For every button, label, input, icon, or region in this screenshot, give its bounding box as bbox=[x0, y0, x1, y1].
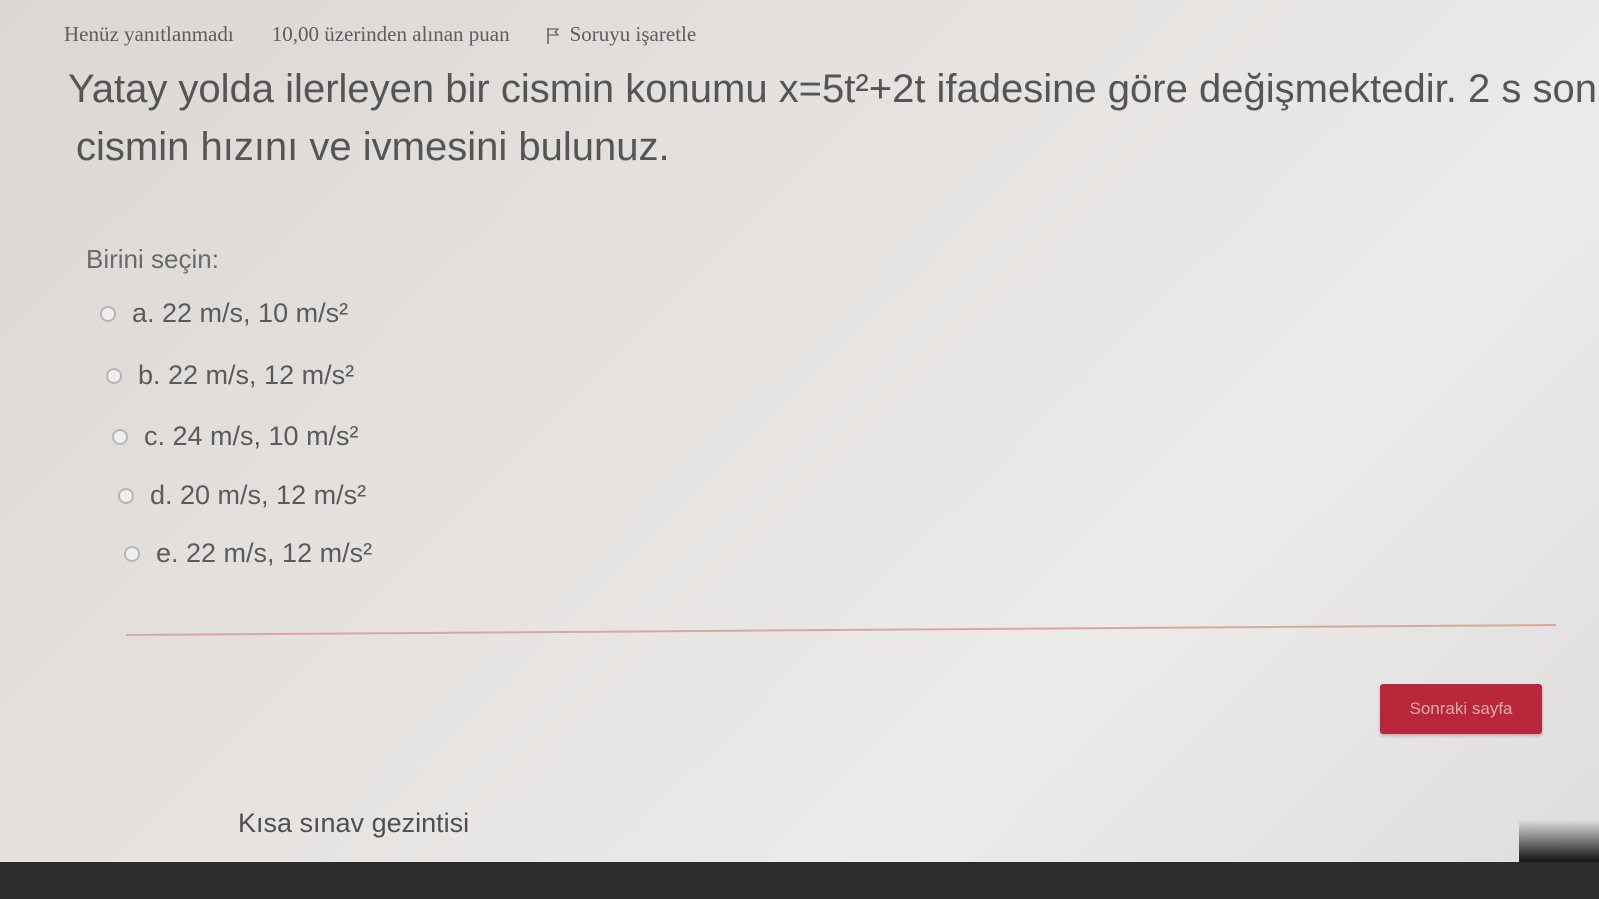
answer-option-label: c. 24 m/s, 10 m/s² bbox=[144, 421, 359, 451]
answer-option-d[interactable]: d. 20 m/s, 12 m/s² bbox=[118, 480, 366, 511]
question-info: Henüz yanıtlanmadı 10,00 üzerinden alına… bbox=[64, 22, 696, 47]
radio-button-e[interactable] bbox=[124, 545, 140, 562]
answer-option-label: d. 20 m/s, 12 m/s² bbox=[150, 480, 367, 510]
flag-icon bbox=[546, 26, 560, 44]
flag-question-label: Soruyu işaretle bbox=[569, 22, 697, 46]
next-page-button[interactable]: Sonraki sayfa bbox=[1380, 684, 1542, 734]
answer-option-c[interactable]: c. 24 m/s, 10 m/s² bbox=[112, 421, 359, 452]
answer-option-label: a. 22 m/s, 10 m/s² bbox=[132, 298, 349, 328]
radio-button-d[interactable] bbox=[118, 487, 134, 504]
question-line-2: cismin hızını ve ivmesini bulunuz. bbox=[76, 125, 670, 169]
answer-option-e[interactable]: e. 22 m/s, 12 m/s² bbox=[124, 538, 372, 569]
radio-button-b[interactable] bbox=[106, 367, 122, 384]
radio-button-a[interactable] bbox=[100, 305, 116, 322]
answer-option-b[interactable]: b. 22 m/s, 12 m/s² bbox=[106, 360, 354, 391]
question-line-1: Yatay yolda ilerleyen bir cismin konumu … bbox=[68, 67, 1598, 111]
screen-bezel-bottom bbox=[0, 862, 1599, 899]
radio-button-c[interactable] bbox=[112, 428, 128, 445]
question-score: 10,00 üzerinden alınan puan bbox=[271, 22, 510, 46]
answer-option-a[interactable]: a. 22 m/s, 10 m/s² bbox=[100, 298, 348, 329]
answer-option-label: e. 22 m/s, 12 m/s² bbox=[156, 538, 373, 568]
flag-question-link[interactable]: Soruyu işaretle bbox=[546, 22, 697, 47]
question-text: Yatay yolda ilerleyen bir cismin konumu … bbox=[68, 60, 1598, 176]
divider bbox=[125, 624, 1556, 636]
answer-option-label: b. 22 m/s, 12 m/s² bbox=[138, 360, 355, 390]
answer-prompt: Birini seçin: bbox=[86, 244, 219, 274]
quiz-navigation-link[interactable]: Kısa sınav gezintisi bbox=[238, 808, 469, 839]
question-status: Henüz yanıtlanmadı bbox=[64, 22, 234, 46]
